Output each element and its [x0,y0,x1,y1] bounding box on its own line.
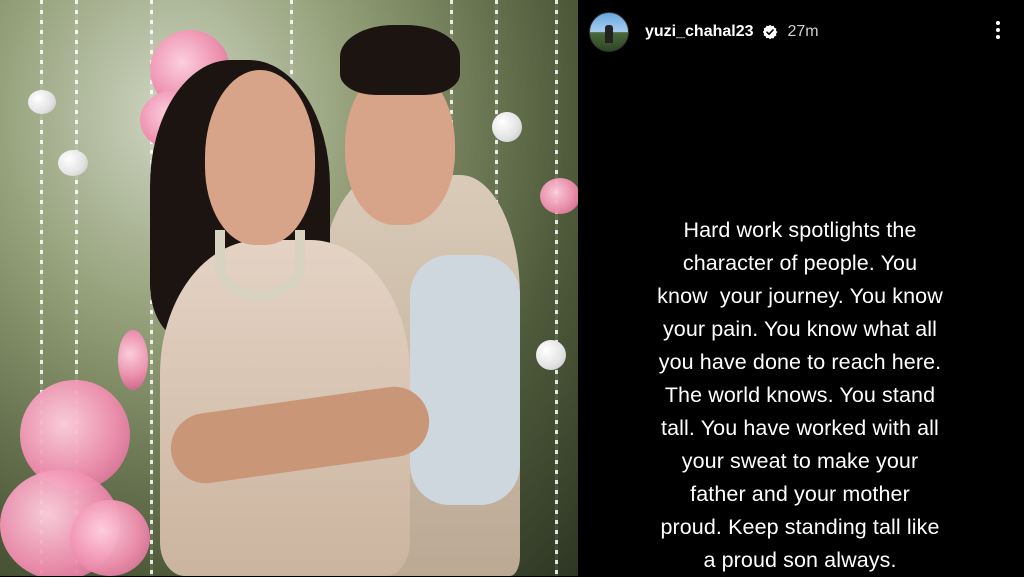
verified-badge-icon [762,24,777,40]
caption-line: Hard work spotlights the [683,218,917,242]
decor-bead [58,150,88,176]
caption-line: your sweat to make your [681,449,919,473]
flower [118,330,148,390]
flower [540,178,578,214]
avatar-figure [605,25,613,43]
story-photo [0,0,578,576]
story-caption: Hard work spotlights the character of pe… [600,214,1000,577]
decor-bead [536,340,566,370]
caption-line: know your journey. You know [657,284,943,308]
decor-bead [28,90,56,114]
caption-line: your pain. You know what all [662,317,938,341]
necklace [215,230,305,300]
caption-line: character of people. You [682,251,918,275]
caption-line: proud. Keep standing tall like [660,515,940,539]
decor-strand [555,0,558,576]
caption-line: tall. You have worked with all [661,416,939,440]
caption-line: a proud son always. [703,548,897,572]
woman-face [205,70,315,245]
more-options-icon[interactable] [988,18,1008,44]
caption-line: father and your mother [690,482,910,506]
flower [70,500,150,576]
caption-line: The world knows. You stand [664,383,936,407]
woman-figure [150,60,450,576]
story-header: yuzi_chahal23 27m [589,10,819,54]
post-time: 27m [787,23,819,40]
profile-avatar[interactable] [589,12,629,52]
username[interactable]: yuzi_chahal23 [645,23,754,41]
caption-line: you have done to reach here. [658,350,942,374]
